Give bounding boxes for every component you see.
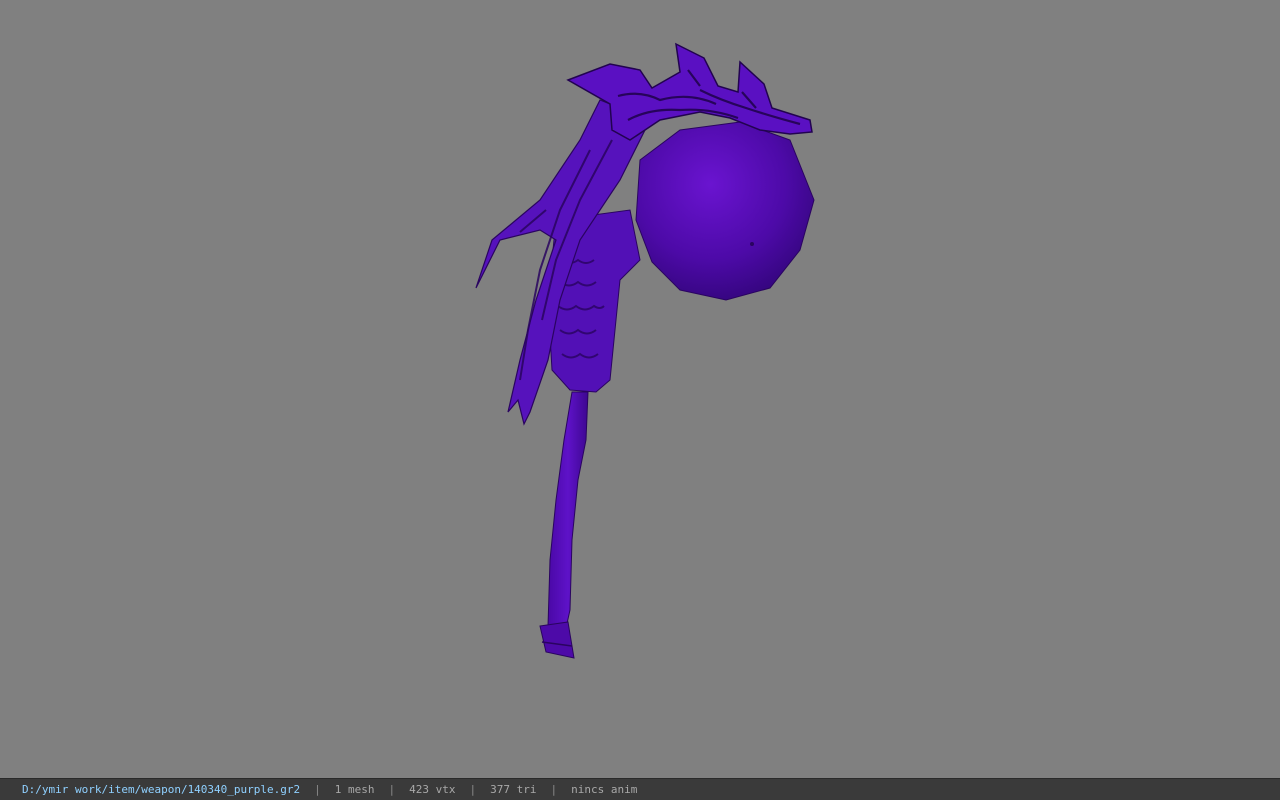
weapon-shaft <box>547 391 589 629</box>
file-path: D:/ymir work/item/weapon/140340_purple.g… <box>22 783 301 796</box>
separator: | <box>314 783 321 796</box>
separator: | <box>550 783 558 796</box>
weapon-orb <box>635 121 815 301</box>
separator: | <box>469 783 477 796</box>
weapon-pommel <box>539 621 575 659</box>
triangle-count: 377 tri <box>490 783 537 796</box>
status-bar: D:/ymir work/item/weapon/140340_purple.g… <box>0 778 1280 800</box>
weapon-model-render[interactable] <box>0 0 1280 778</box>
mesh-count: 1 mesh <box>334 783 375 796</box>
vertex-count: 423 vtx <box>409 783 456 796</box>
3d-viewport[interactable] <box>0 0 1280 778</box>
animation-status: nincs anim <box>571 783 638 796</box>
separator: | <box>388 783 396 796</box>
